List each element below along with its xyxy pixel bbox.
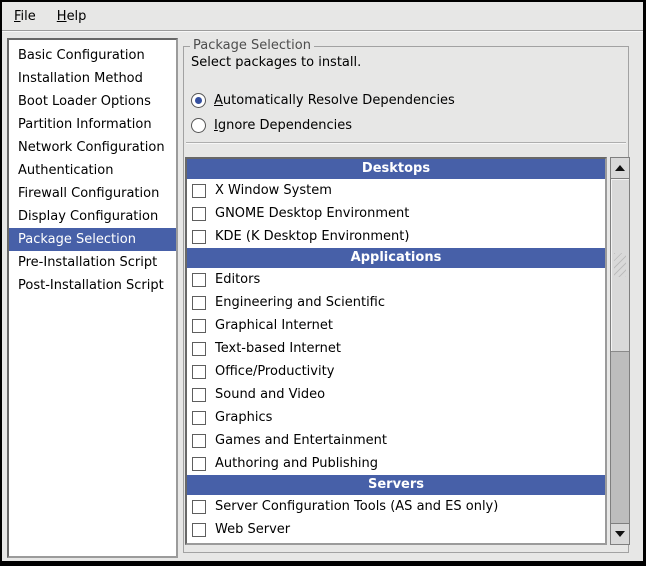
radio-option[interactable]: Ignore Dependencies: [191, 115, 352, 135]
package-row[interactable]: Web Server: [187, 518, 605, 541]
package-row[interactable]: GNOME Desktop Environment: [187, 202, 605, 225]
package-checkbox[interactable]: [192, 388, 206, 402]
package-row[interactable]: Authoring and Publishing: [187, 452, 605, 475]
radio-label: Ignore Dependencies: [214, 118, 352, 133]
package-checkbox[interactable]: [192, 434, 206, 448]
description-text: Select packages to install.: [191, 55, 361, 70]
radio-button-icon[interactable]: [191, 93, 206, 108]
package-label: Sound and Video: [215, 387, 325, 402]
menu-file[interactable]: File: [5, 4, 45, 29]
sidebar-item-pre-installation-script[interactable]: Pre-Installation Script: [9, 251, 176, 274]
package-row[interactable]: X Window System: [187, 179, 605, 202]
package-checkbox[interactable]: [192, 273, 206, 287]
package-label: Games and Entertainment: [215, 433, 387, 448]
radio-option[interactable]: Automatically Resolve Dependencies: [191, 90, 455, 110]
scrollbar-thumb[interactable]: [611, 179, 629, 352]
window-border: File Help Basic ConfigurationInstallatio…: [0, 0, 646, 566]
package-row[interactable]: Graphical Internet: [187, 314, 605, 337]
package-label: GNOME Desktop Environment: [215, 206, 409, 221]
package-label: Graphics: [215, 410, 272, 425]
package-row[interactable]: Games and Entertainment: [187, 429, 605, 452]
sidebar-item-post-installation-script[interactable]: Post-Installation Script: [9, 274, 176, 297]
sidebar-item-basic-configuration[interactable]: Basic Configuration: [9, 44, 176, 67]
group-header-servers: Servers: [187, 475, 605, 495]
menu-help[interactable]: Help: [48, 4, 96, 29]
package-checkbox[interactable]: [192, 411, 206, 425]
package-row[interactable]: Engineering and Scientific: [187, 291, 605, 314]
radio-label: Automatically Resolve Dependencies: [214, 93, 455, 108]
separator-line: [186, 142, 626, 143]
package-row[interactable]: Editors: [187, 268, 605, 291]
sidebar-item-display-configuration[interactable]: Display Configuration: [9, 205, 176, 228]
package-checkbox[interactable]: [192, 296, 206, 310]
package-row[interactable]: Text-based Internet: [187, 337, 605, 360]
package-checkbox[interactable]: [192, 457, 206, 471]
sidebar-item-installation-method[interactable]: Installation Method: [9, 67, 176, 90]
package-label: Server Configuration Tools (AS and ES on…: [215, 499, 498, 514]
group-header-applications: Applications: [187, 248, 605, 268]
package-label: Office/Productivity: [215, 364, 334, 379]
sidebar-item-authentication[interactable]: Authentication: [9, 159, 176, 182]
package-checkbox[interactable]: [192, 207, 206, 221]
radio-button-icon[interactable]: [191, 118, 206, 133]
sidebar-item-network-configuration[interactable]: Network Configuration: [9, 136, 176, 159]
package-label: Web Server: [215, 522, 290, 537]
package-checkbox[interactable]: [192, 342, 206, 356]
package-row[interactable]: Graphics: [187, 406, 605, 429]
package-row[interactable]: Office/Productivity: [187, 360, 605, 383]
arrow-down-icon: [615, 531, 625, 537]
package-label: Text-based Internet: [215, 341, 341, 356]
scroll-down-button[interactable]: [611, 523, 629, 544]
package-checkbox[interactable]: [192, 365, 206, 379]
package-checkbox[interactable]: [192, 184, 206, 198]
group-header-desktops: Desktops: [187, 159, 605, 179]
thumb-grip-icon: [614, 253, 626, 277]
package-list: Desktops X Window System GNOME Desktop Env…: [185, 157, 607, 545]
vertical-scrollbar[interactable]: [610, 157, 630, 545]
package-checkbox[interactable]: [192, 500, 206, 514]
kickstart-configurator-window: File Help Basic ConfigurationInstallatio…: [2, 2, 643, 561]
package-label: X Window System: [215, 183, 332, 198]
menu-bar: File Help: [2, 2, 643, 31]
scroll-up-button[interactable]: [611, 158, 629, 179]
package-checkbox[interactable]: [192, 319, 206, 333]
package-label: Graphical Internet: [215, 318, 333, 333]
sidebar-item-boot-loader-options[interactable]: Boot Loader Options: [9, 90, 176, 113]
package-label: Engineering and Scientific: [215, 295, 385, 310]
sidebar-item-partition-information[interactable]: Partition Information: [9, 113, 176, 136]
package-row[interactable]: Sound and Video: [187, 383, 605, 406]
arrow-up-icon: [615, 165, 625, 171]
package-label: KDE (K Desktop Environment): [215, 229, 409, 244]
package-label: Authoring and Publishing: [215, 456, 378, 471]
frame-title: Package Selection: [190, 38, 314, 53]
package-checkbox[interactable]: [192, 230, 206, 244]
package-checkbox[interactable]: [192, 523, 206, 537]
sidebar-item-firewall-configuration[interactable]: Firewall Configuration: [9, 182, 176, 205]
sidebar-nav: Basic ConfigurationInstallation MethodBo…: [7, 38, 178, 558]
package-row[interactable]: KDE (K Desktop Environment): [187, 225, 605, 248]
package-label: Editors: [215, 272, 260, 287]
sidebar-item-package-selection[interactable]: Package Selection: [9, 228, 176, 251]
package-row[interactable]: Server Configuration Tools (AS and ES on…: [187, 495, 605, 518]
